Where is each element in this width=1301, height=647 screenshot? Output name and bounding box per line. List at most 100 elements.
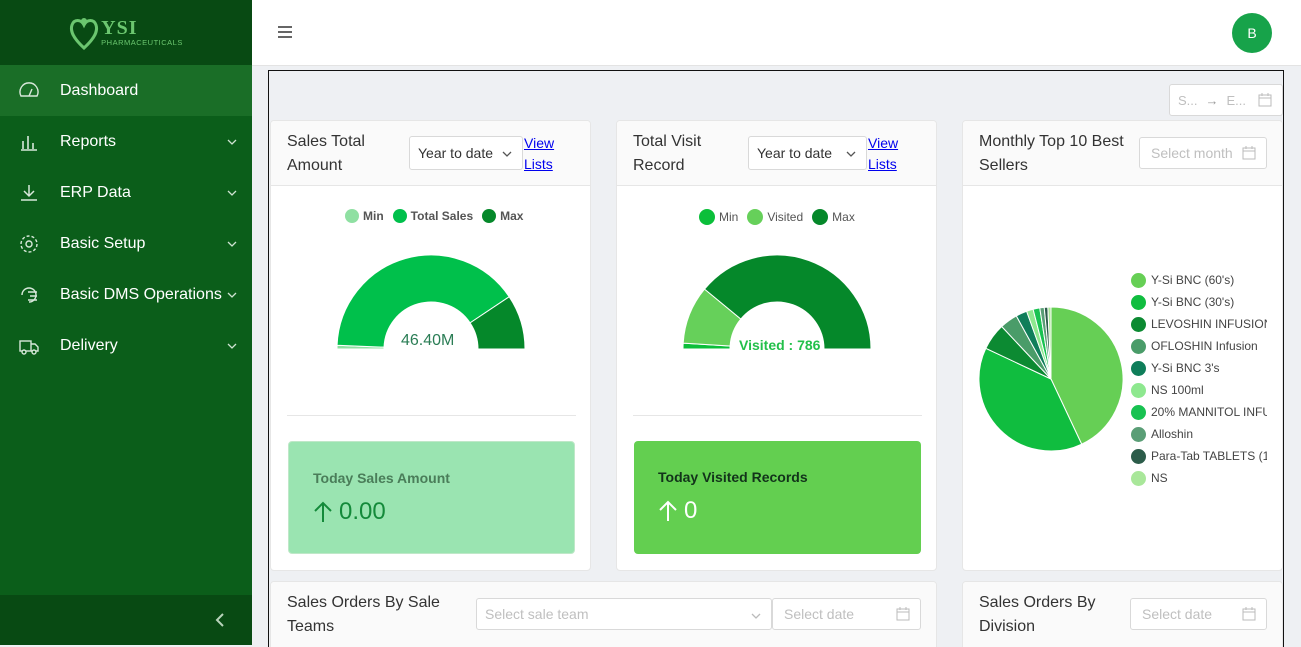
sidebar-item-label: Reports <box>60 132 117 150</box>
date-picker[interactable]: Select date <box>1130 598 1267 630</box>
card-title: Monthly Top 10 Best Sellers <box>979 133 1124 174</box>
stat-title: Today Sales Amount <box>313 470 450 486</box>
sidebar: YSI PHARMACEUTICALS Dashboard Reports ERP … <box>0 0 252 645</box>
hamburger-menu-icon[interactable] <box>278 25 292 39</box>
visit-gauge-chart <box>682 254 872 350</box>
stat-value: 0.00 <box>313 498 386 526</box>
chevron-left-icon[interactable] <box>214 612 226 628</box>
logo: YSI PHARMACEUTICALS <box>0 0 252 65</box>
chevron-down-icon <box>227 139 237 145</box>
pie-legend-item[interactable]: Y-Si BNC 3's <box>1131 357 1267 379</box>
legend-dot <box>345 209 359 223</box>
legend-dot <box>1131 426 1146 442</box>
legend-dot <box>1131 360 1146 376</box>
gauge-value: 46.40M <box>401 332 455 349</box>
legend-dot <box>1131 404 1146 420</box>
date-range-picker[interactable]: S... → E... <box>1169 84 1283 116</box>
legend-dot <box>392 209 407 223</box>
legend-label: Para-Tab TABLETS (1 <box>1151 449 1267 463</box>
sidebar-item-erp-data[interactable]: ERP Data <box>0 167 252 218</box>
gauge-label: Visited : 786 <box>739 337 821 353</box>
sidebar-item-delivery[interactable]: Delivery <box>0 320 252 371</box>
sidebar-item-basic-dms-operations[interactable]: Basic DMS Operations <box>0 269 252 320</box>
dashboard-icon <box>18 80 40 102</box>
date-picker[interactable]: Select date <box>772 598 921 630</box>
calendar-icon <box>896 607 910 621</box>
legend-dot <box>482 209 497 223</box>
card-header: Sales Orders By Sale Teams Select sale te… <box>271 582 936 647</box>
divider <box>633 415 922 416</box>
pie-legend-item[interactable]: OFLOSHIN Infusion <box>1131 335 1267 357</box>
legend-min[interactable]: Min <box>345 209 384 223</box>
legend-label: Y-Si BNC 3's <box>1151 361 1220 375</box>
user-avatar[interactable]: B <box>1232 13 1272 53</box>
sidebar-item-label: Basic Setup <box>60 234 146 252</box>
legend-label: Y-Si BNC (30's) <box>1151 295 1235 309</box>
division-card: Sales Orders By Division Select date <box>962 581 1283 647</box>
brand-tagline: PHARMACEUTICALS <box>101 38 183 48</box>
chevron-down-icon <box>502 151 512 157</box>
view-lists-link[interactable]: View Lists <box>868 133 898 175</box>
calendar-icon <box>1258 93 1272 107</box>
card-header: Total Visit Record Year to date View Lists <box>617 121 936 186</box>
range-end: E... <box>1226 92 1247 108</box>
chevron-down-icon <box>227 292 237 298</box>
stat-value: 0 <box>658 497 697 525</box>
download-icon <box>18 182 40 204</box>
card-title: Sales Total Amount <box>287 133 365 174</box>
sale-team-select[interactable]: Select sale team <box>476 598 772 630</box>
arrow-up-icon <box>659 500 677 521</box>
sidebar-item-dashboard[interactable]: Dashboard <box>0 65 252 116</box>
range-start: S... <box>1178 92 1198 108</box>
legend-dot <box>1131 470 1146 486</box>
top-header: B <box>252 0 1301 66</box>
pie-legend: Y-Si BNC (60's) Y-Si BNC (30's) LEVOSHIN I… <box>1131 269 1267 489</box>
legend-dot <box>699 209 715 225</box>
chevron-down-icon <box>751 613 761 619</box>
gauge-legend: Min Visited Max <box>699 209 864 225</box>
month-picker[interactable]: Select month <box>1139 137 1267 169</box>
today-sales-box: Today Sales Amount 0.00 <box>288 441 575 554</box>
sidebar-item-basic-setup[interactable]: Basic Setup <box>0 218 252 269</box>
legend-dot <box>1131 338 1146 354</box>
period-select[interactable]: Year to date <box>748 136 867 170</box>
legend-label: Y-Si BNC (60's) <box>1151 273 1235 287</box>
sidebar-item-label: Basic DMS Operations <box>60 285 222 303</box>
view-lists-link[interactable]: View Lists <box>524 133 554 175</box>
legend-max[interactable]: Max <box>482 209 523 223</box>
sidebar-footer <box>0 595 252 645</box>
legend-dot <box>1131 316 1146 332</box>
sale-teams-card: Sales Orders By Sale Teams Select sale te… <box>270 581 937 647</box>
legend-min[interactable]: Min <box>699 209 738 225</box>
pie-legend-item[interactable]: NS 100ml <box>1131 379 1267 401</box>
legend-label: NS <box>1151 471 1168 485</box>
legend-max[interactable]: Max <box>812 209 855 225</box>
gauge-legend: Min Total Sales Max <box>345 209 532 223</box>
pie-legend-item[interactable]: Para-Tab TABLETS (1 <box>1131 445 1267 467</box>
best-sellers-pie-chart <box>978 306 1124 452</box>
calendar-icon <box>1242 146 1256 160</box>
pie-legend-item[interactable]: Y-Si BNC (30's) <box>1131 291 1267 313</box>
legend-visited[interactable]: Visited <box>747 209 803 225</box>
truck-icon <box>18 335 40 357</box>
legend-dot <box>1131 272 1146 288</box>
legend-dot <box>1131 382 1146 398</box>
chevron-down-icon <box>227 343 237 349</box>
pie-legend-item[interactable]: NS <box>1131 467 1267 489</box>
legend-dot <box>1131 294 1146 310</box>
pie-legend-item[interactable]: 20% MANNITOL INFUSION <box>1131 401 1267 423</box>
pie-legend-item[interactable]: Alloshin <box>1131 423 1267 445</box>
sidebar-item-reports[interactable]: Reports <box>0 116 252 167</box>
card-title: Sales Orders By Sale Teams <box>287 594 440 635</box>
divider <box>287 415 576 416</box>
stat-title: Today Visited Records <box>658 469 808 485</box>
legend-total-sales[interactable]: Total Sales <box>392 209 473 223</box>
sidebar-item-label: Dashboard <box>60 81 139 99</box>
pie-legend-item[interactable]: Y-Si BNC (60's) <box>1131 269 1267 291</box>
legend-label: 20% MANNITOL INFUSION <box>1151 405 1267 419</box>
card-title: Total Visit Record <box>633 133 702 174</box>
operations-icon <box>18 284 40 306</box>
period-select[interactable]: Year to date <box>409 136 523 170</box>
card-header: Sales Orders By Division Select date <box>963 582 1282 647</box>
pie-legend-item[interactable]: LEVOSHIN INFUSION <box>1131 313 1267 335</box>
